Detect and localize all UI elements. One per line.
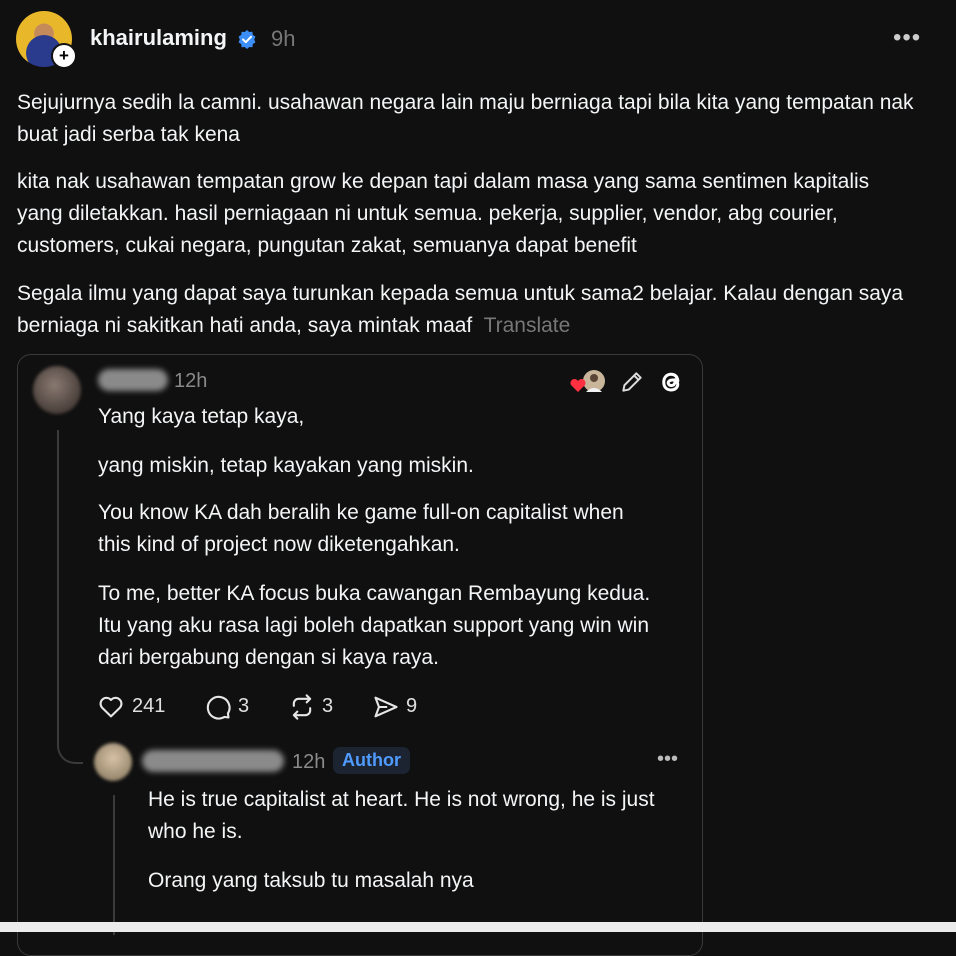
quoted-paragraph-4: To me, better KA focus buka cawangan Rem… (98, 582, 651, 669)
quoted-author-avatar[interactable] (33, 366, 81, 414)
post-time: 9h (271, 26, 296, 51)
comment-icon[interactable] (204, 693, 232, 721)
liked-by-author-icon (570, 370, 605, 392)
reply-paragraph-1: He is true capitalist at heart. He is no… (148, 788, 655, 843)
plus-icon[interactable]: + (51, 43, 77, 69)
like-count: 241 (132, 695, 166, 717)
username[interactable]: khairulaming (90, 25, 227, 51)
quoted-paragraph-2: yang miskin, tetap kayakan yang miskin. (98, 454, 474, 477)
threads-logo-icon (662, 372, 680, 392)
comment-count: 3 (238, 695, 250, 717)
author-badge: Author (333, 747, 410, 774)
reply-paragraph-2: Orang yang taksub tu masalah nya (148, 869, 474, 892)
post-paragraph-2: kita nak usahawan tempatan grow ke depan… (17, 170, 870, 257)
reply-thread-line (113, 795, 115, 935)
verified-badge-icon (238, 30, 256, 49)
quoted-author-name-blurred (98, 369, 168, 391)
repost-count: 3 (322, 695, 334, 717)
quoted-paragraph-1: Yang kaya tetap kaya, (98, 405, 305, 428)
thread-connector (57, 720, 83, 764)
repost-icon[interactable] (288, 693, 316, 721)
reply-author-name-blurred (142, 750, 284, 772)
share-icon[interactable] (372, 693, 400, 721)
thread-line (57, 430, 59, 745)
quoted-paragraph-3: You know KA dah beralih ke game full-on … (98, 501, 624, 556)
bottom-edge (0, 922, 956, 932)
translate-link[interactable]: Translate (484, 314, 571, 337)
share-count: 9 (406, 695, 418, 717)
post-paragraph-3: Segala ilmu yang dapat saya turunkan kep… (17, 282, 904, 337)
quoted-time: 12h (174, 370, 208, 392)
reply-author-avatar[interactable] (94, 743, 132, 781)
more-icon[interactable]: ••• (893, 24, 921, 52)
reply-more-icon[interactable]: ••• (657, 748, 678, 771)
edit-icon[interactable] (619, 369, 645, 395)
post-paragraph-1: Sejujurnya sedih la camni. usahawan nega… (17, 91, 914, 146)
reply-time: 12h (292, 751, 326, 773)
heart-icon[interactable] (97, 693, 125, 721)
